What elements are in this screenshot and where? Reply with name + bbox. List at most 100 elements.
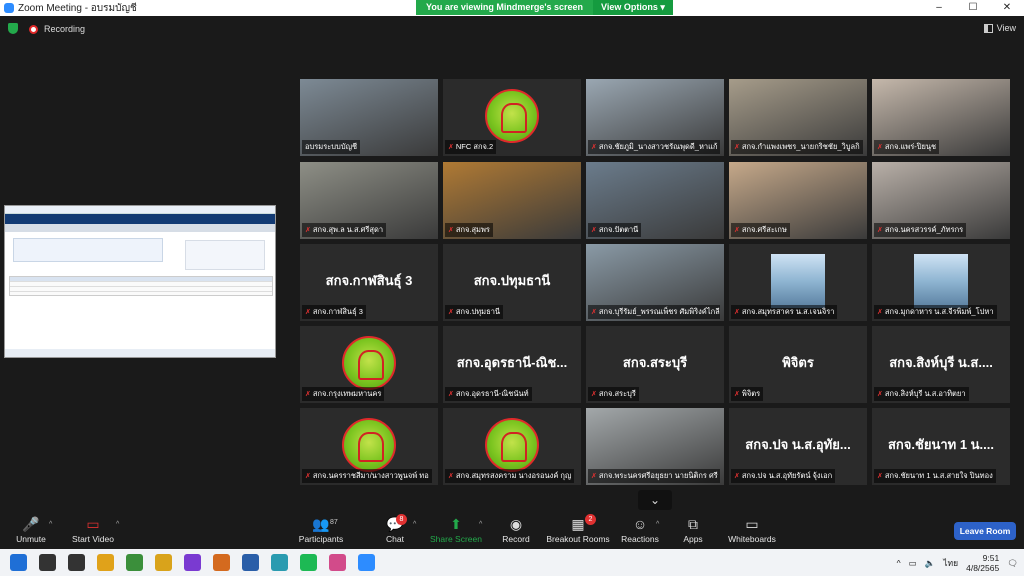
muted-mic-icon: ✗ xyxy=(591,144,597,151)
chat-label: Chat xyxy=(386,534,404,544)
muted-mic-icon: ✗ xyxy=(305,309,311,316)
muted-mic-icon: ✗ xyxy=(448,309,454,316)
participant-tile[interactable]: ✗ สกจ.แพร่-ปิยนุช xyxy=(872,79,1010,156)
maximize-icon[interactable]: ☐ xyxy=(956,0,990,16)
reactions-caret-icon[interactable]: ^ xyxy=(656,521,659,528)
gallery-more-chevron-icon[interactable]: ⌄ xyxy=(638,490,672,510)
participant-name: สกจ.สมุทรสงคราม นางอรอนงค์ กุญ xyxy=(455,471,572,480)
minimize-icon[interactable]: – xyxy=(922,0,956,16)
start-video-button[interactable]: ▭ Start Video xyxy=(70,517,116,544)
participant-name: สกจ.ปทุมธานี xyxy=(455,307,501,316)
view-options-label: View Options xyxy=(601,2,658,12)
participant-nameplate: ✗ สกจ.กาฬสินธุ์ 3 xyxy=(302,305,366,319)
participant-tile[interactable]: ✗ สกจ.สมุทรสงคราม นางอรอนงค์ กุญ xyxy=(443,408,581,485)
participant-tile[interactable]: พิจิตร ✗ พิจิตร xyxy=(729,326,867,403)
audio-options-caret-icon[interactable]: ^ xyxy=(49,521,52,528)
participant-tile[interactable]: ✗ สกจ.สุพ.ล น.ส.ศรีสุดา xyxy=(300,162,438,239)
participant-nameplate: ✗ สกจ.นครราชสีมา/นางสาวพูนจพ์ ทอ xyxy=(302,469,432,483)
participant-tile[interactable]: สกจ.สระบุรี ✗ สกจ.สระบุรี xyxy=(586,326,724,403)
tray-network-icon[interactable]: ▭ xyxy=(909,558,917,569)
participants-count: 87 xyxy=(330,519,338,526)
app-green-icon[interactable] xyxy=(126,554,143,571)
participant-name: สกจ.อุดรธานี-ณิชนันท์ xyxy=(455,389,529,398)
chat-options-caret-icon[interactable]: ^ xyxy=(413,521,416,528)
participants-button[interactable]: 👥 Participants xyxy=(296,517,346,544)
participant-tile[interactable]: ✗ สกจ.ชัยภูมิ_นางสาวชรัณพุดดี_หาแก้ xyxy=(586,79,724,156)
participant-nameplate: ✗ สกจ.ศรีสะเกษ xyxy=(731,223,790,237)
participant-tile[interactable]: ✗ สกจ.ศรีสะเกษ xyxy=(729,162,867,239)
participant-nameplate: ✗ สกจ.พระนครศรีอยุธยา นายนิติกร ศรี xyxy=(588,469,720,483)
windows-start-icon[interactable] xyxy=(10,554,27,571)
participant-tile[interactable]: สกจ.ชัยนาท 1 น.... ✗ สกจ.ชัยนาท 1 น.ส.สายใ… xyxy=(872,408,1010,485)
participant-tile[interactable]: ✗ สกจ.นครสวรรค์_ภัทรกร xyxy=(872,162,1010,239)
participant-tile[interactable]: สกจ.สิงห์บุรี น.ส.... ✗ สกจ.สิงห์บุรี น.ส.… xyxy=(872,326,1010,403)
participant-tile[interactable]: ✗ สกจ.สมุทรสาคร น.ส.เจนจิรา xyxy=(729,244,867,321)
participant-nameplate: ✗ สกจ.กำแพงเพชร_นายกริชชัย_วิบูลกิ xyxy=(731,140,863,154)
participant-name: สกจ.ปจ น.ส.อุทัยรัตน์ จุ้งเอก xyxy=(741,471,833,480)
muted-mic-icon: ✗ xyxy=(734,473,740,480)
participant-display-name: สกจ.ชัยนาท 1 น.... xyxy=(887,437,995,452)
clock-time: 9:51 xyxy=(982,553,1000,563)
participant-name: สกจ.แพร่-ปิยนุช xyxy=(884,142,937,151)
participant-tile[interactable]: สกจ.กาฬสินธุ์ 3 ✗ สกจ.กาฬสินธุ์ 3 xyxy=(300,244,438,321)
participant-nameplate: ✗ สกจ.สิงห์บุรี น.ส.อาทิตยา xyxy=(874,387,969,401)
participant-nameplate: ✗ สกจ.กรุงเทพมหานคร xyxy=(302,387,385,401)
view-button[interactable]: View xyxy=(983,23,1016,33)
participant-tile[interactable]: ✗ NFC สกจ.2 xyxy=(443,79,581,156)
view-options-button[interactable]: View Options ▾ xyxy=(593,0,673,15)
share-screen-label: Share Screen xyxy=(430,534,482,544)
visual-studio-icon[interactable] xyxy=(184,554,201,571)
participant-tile[interactable]: ✗ สกจ.ปัตตานี xyxy=(586,162,724,239)
participant-tile[interactable]: ✗ สกจ.สุมพร xyxy=(443,162,581,239)
muted-mic-icon: ✗ xyxy=(877,227,883,234)
recording-icon[interactable] xyxy=(29,25,38,34)
recording-label: Recording xyxy=(44,24,86,34)
whiteboards-button[interactable]: ▭ Whiteboards xyxy=(726,517,778,544)
app-orange-icon[interactable] xyxy=(213,554,230,571)
share-screen-button[interactable]: ⬆ Share Screen xyxy=(430,517,482,544)
tray-chevron-icon[interactable]: ^ xyxy=(897,558,901,568)
notifications-icon[interactable]: 🗨 xyxy=(1007,558,1018,569)
chrome-icon[interactable] xyxy=(97,554,114,571)
search-icon[interactable] xyxy=(39,554,56,571)
itunes-icon[interactable] xyxy=(329,554,346,571)
app-tool-icon[interactable] xyxy=(155,554,172,571)
spotify-icon[interactable] xyxy=(300,554,317,571)
input-language[interactable]: ไทย xyxy=(943,556,958,570)
participant-display-name: พิจิตร xyxy=(782,355,814,370)
participant-tile[interactable]: ✗ สกจ.กรุงเทพมหานคร xyxy=(300,326,438,403)
participant-tile[interactable]: สกจ.ปจ น.ส.อุทัย... ✗ สกจ.ปจ น.ส.อุทัยรัตน… xyxy=(729,408,867,485)
shared-screen[interactable] xyxy=(4,205,276,358)
zoom-icon[interactable] xyxy=(358,554,375,571)
participant-name: พิจิตร xyxy=(741,389,761,398)
participant-tile[interactable]: สกจ.ปทุมธานี ✗ สกจ.ปทุมธานี xyxy=(443,244,581,321)
tray-volume-icon[interactable]: 🔈 xyxy=(925,558,936,569)
video-options-caret-icon[interactable]: ^ xyxy=(116,521,119,528)
apps-button[interactable]: ⧉ Apps xyxy=(680,517,706,544)
participant-tile[interactable]: ✗ สกจ.นครราชสีมา/นางสาวพูนจพ์ ทอ xyxy=(300,408,438,485)
task-view-icon[interactable] xyxy=(68,554,85,571)
app-blue-icon[interactable] xyxy=(242,554,259,571)
close-icon[interactable]: ✕ xyxy=(990,0,1024,16)
reactions-button[interactable]: ☺ Reactions xyxy=(620,517,660,544)
participant-tile[interactable]: สกจ.อุดรธานี-ณิช... ✗ สกจ.อุดรธานี-ณิชนันท… xyxy=(443,326,581,403)
participant-tile[interactable]: ✗ สกจ.บุรีรัมย์_พรรณเพ็ชร ศัมพิริงค์ไกลีร… xyxy=(586,244,724,321)
record-button[interactable]: ◉ Record xyxy=(500,517,532,544)
reactions-label: Reactions xyxy=(621,534,659,544)
whiteboard-icon: ▭ xyxy=(745,516,759,532)
share-options-caret-icon[interactable]: ^ xyxy=(479,521,482,528)
participant-tile[interactable]: อบรมระบบบัญชี xyxy=(300,79,438,156)
participant-tile[interactable]: ✗ สกจ.กำแพงเพชร_นายกริชชัย_วิบูลกิ xyxy=(729,79,867,156)
app-teal-icon[interactable] xyxy=(271,554,288,571)
participant-tile[interactable]: ✗ สกจ.พระนครศรีอยุธยา นายนิติกร ศรี xyxy=(586,408,724,485)
participant-tile[interactable]: ✗ สกจ.มุกดาหาร น.ส.จีรพิมพ์_โปหา xyxy=(872,244,1010,321)
participant-name: สกจ.นครสวรรค์_ภัทรกร xyxy=(884,225,964,234)
unmute-button[interactable]: 🎤 Unmute xyxy=(14,517,48,544)
taskbar-clock[interactable]: 9:51 4/8/2565 xyxy=(966,553,999,573)
breakout-rooms-button[interactable]: ▦ Breakout Rooms xyxy=(546,517,610,544)
participant-logo xyxy=(342,418,396,472)
participant-profile-image xyxy=(771,254,825,308)
leave-room-button[interactable]: Leave Room xyxy=(954,522,1016,540)
participant-name: สกจ.มุกดาหาร น.ส.จีรพิมพ์_โปหา xyxy=(884,307,994,316)
security-shield-icon[interactable] xyxy=(8,23,18,34)
